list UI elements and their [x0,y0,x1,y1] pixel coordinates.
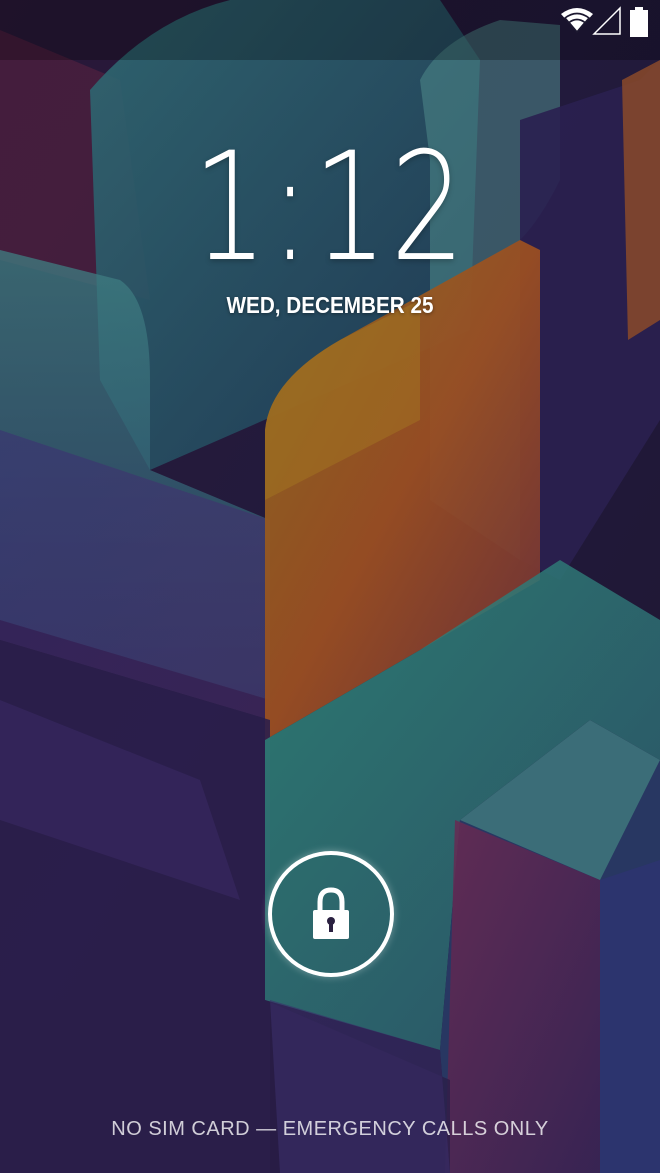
lock-icon [313,887,349,939]
unlock-handle[interactable] [268,851,394,977]
lock-screen: 1:12 WED, DECEMBER 25 NO SIM CARD — EMER… [0,0,660,1173]
signal-icon [592,6,621,35]
clock-time-text: 1:12 [192,121,468,295]
clock-time: 1:12 [0,128,660,288]
battery-icon [630,7,648,37]
date-label: WED, DECEMBER 25 [0,292,660,319]
carrier-status: NO SIM CARD — EMERGENCY CALLS ONLY [111,1118,549,1140]
wifi-icon [561,8,593,34]
status-bar [0,0,660,44]
date-text: WED, DECEMBER 25 [226,292,434,318]
